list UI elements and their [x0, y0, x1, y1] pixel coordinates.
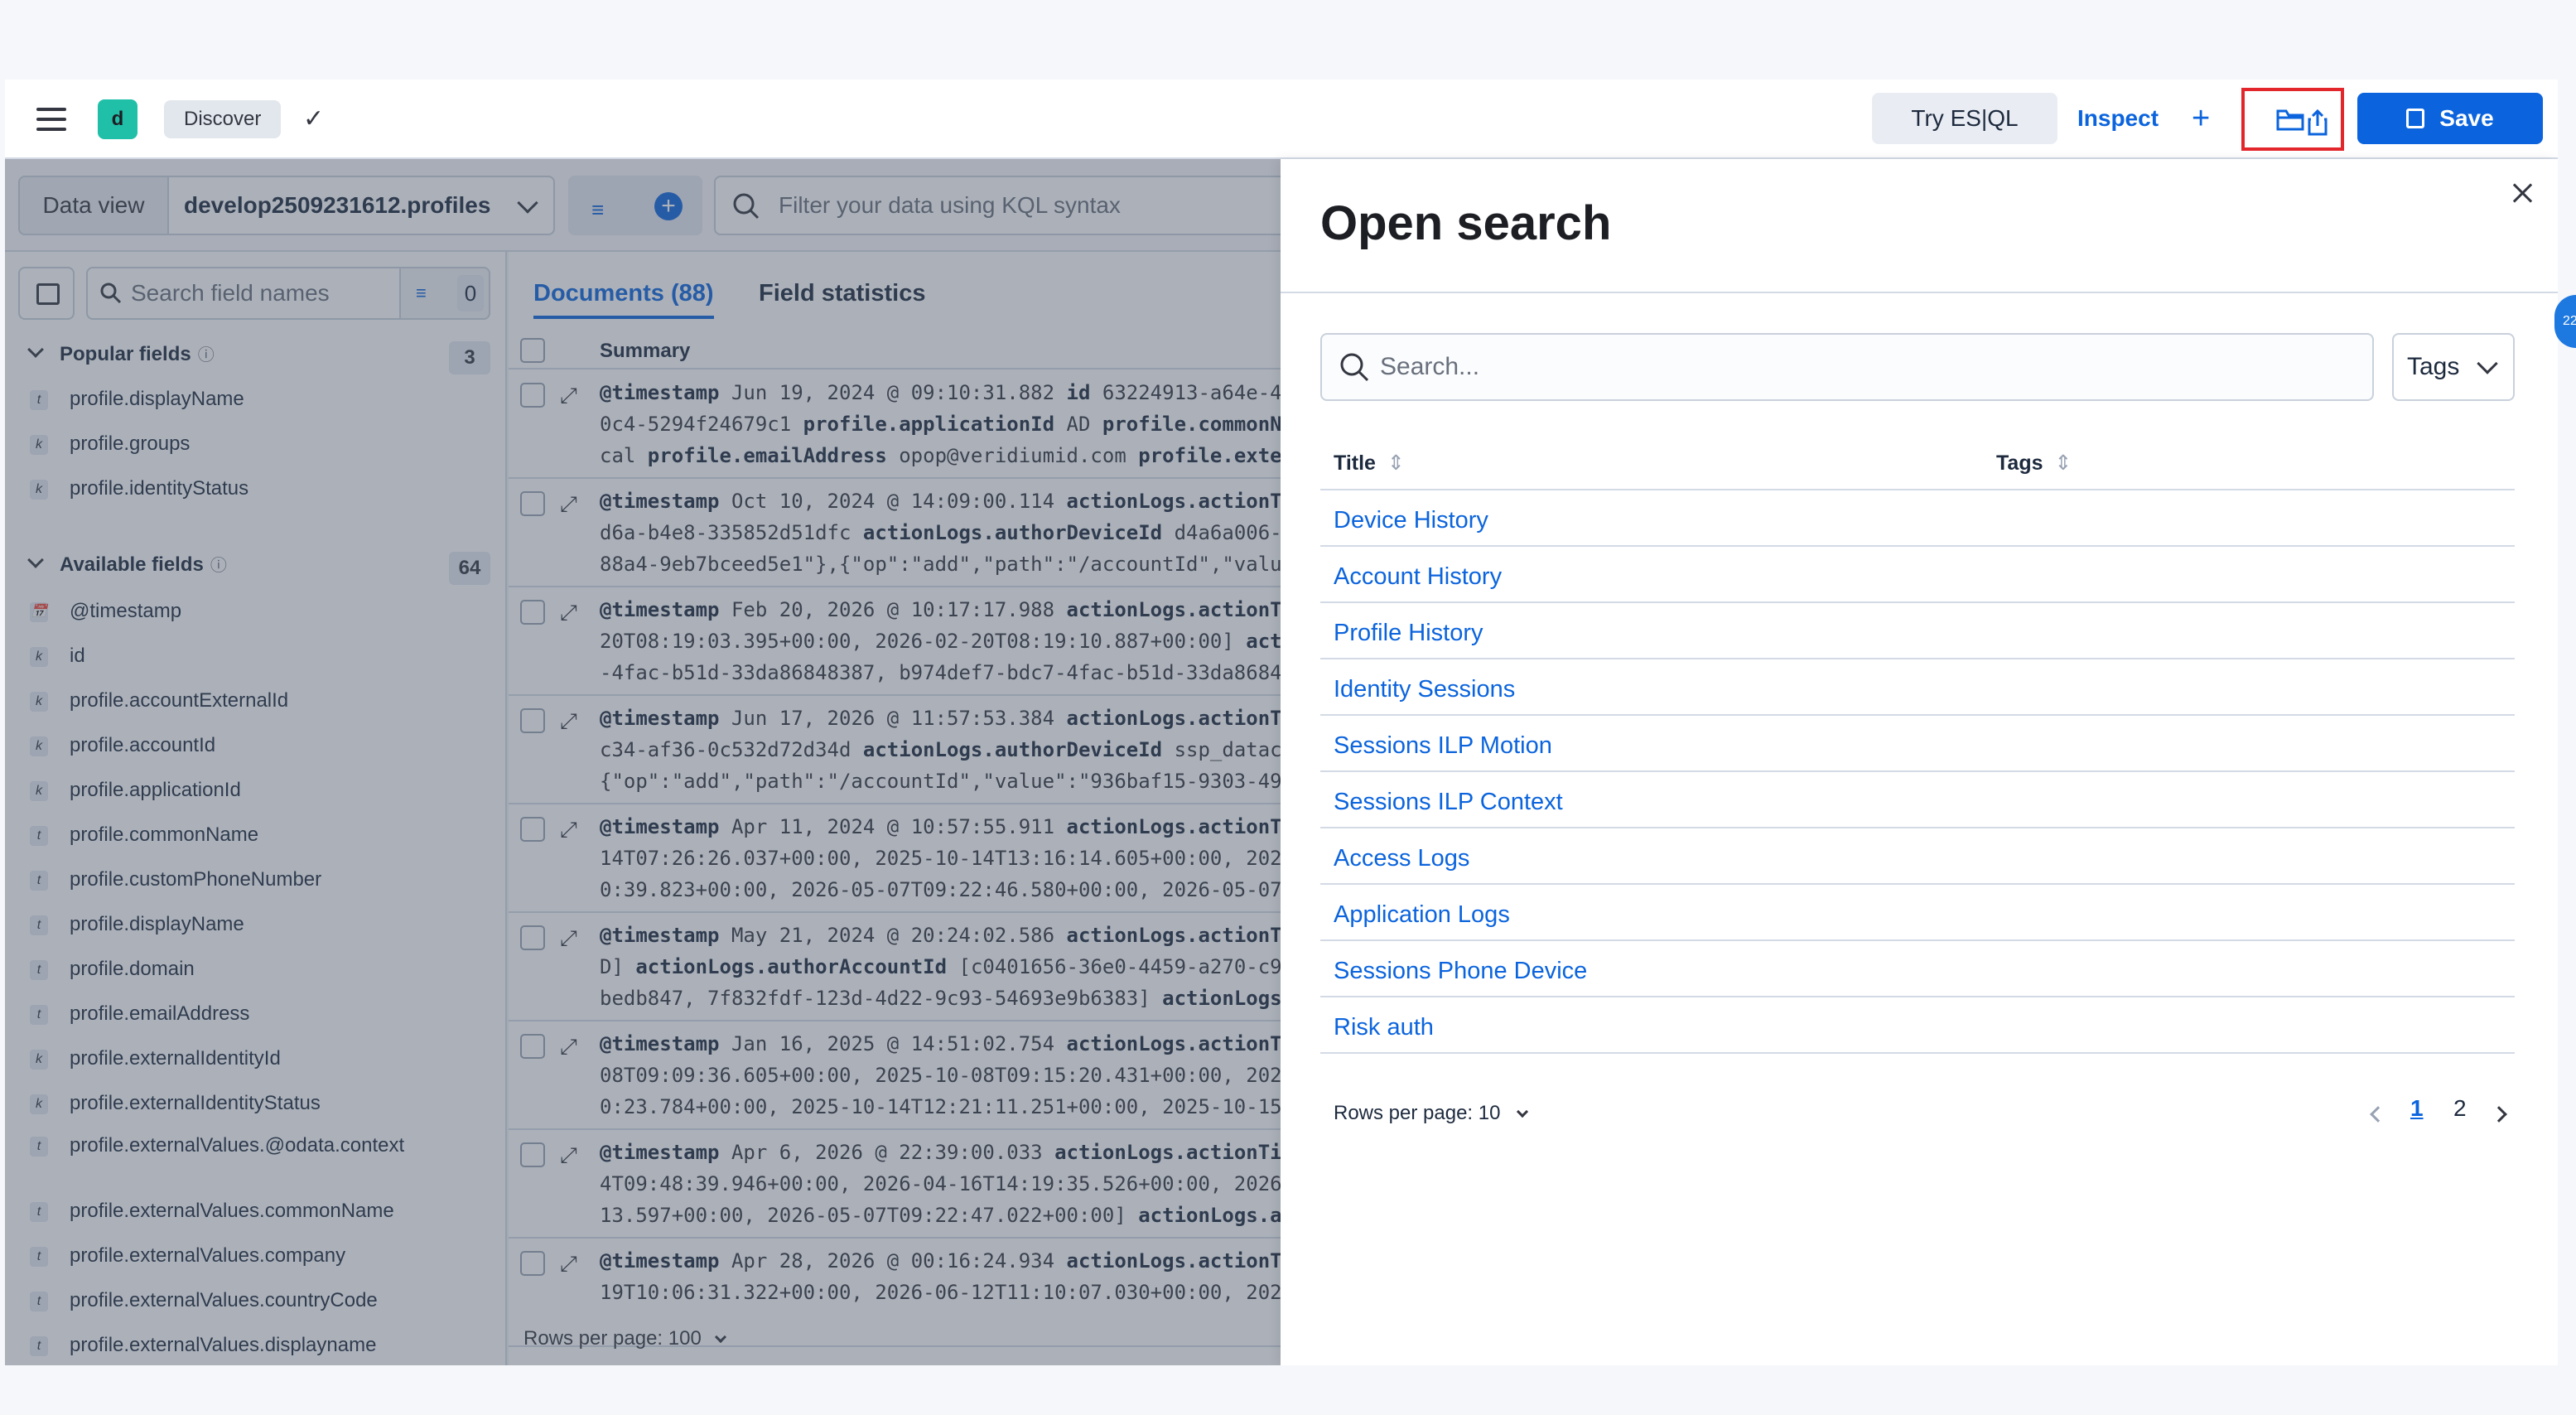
next-page-icon[interactable]: [2491, 1106, 2507, 1123]
flyout-title: Open search: [1320, 196, 1612, 250]
divider: [1281, 292, 2558, 293]
saved-search-link[interactable]: Application Logs: [1334, 901, 1510, 929]
breadcrumb-discover[interactable]: Discover: [164, 100, 282, 138]
save-icon: [2406, 109, 2425, 128]
table-row: Access Logs: [1320, 828, 2515, 885]
share-icon: [2308, 109, 2328, 136]
saved-search-link[interactable]: Profile History: [1334, 620, 1483, 647]
chevron-down-icon: [1517, 1105, 1529, 1118]
table-row: Application Logs: [1320, 885, 2515, 941]
tags-column-header[interactable]: Tags ⇕: [1996, 451, 2072, 476]
save-label: Save: [2439, 105, 2494, 131]
page-2-button[interactable]: 2: [2453, 1095, 2467, 1122]
open-search-flyout: Open search Search... Tags Title ⇕ Tags ⇕ …: [1281, 159, 2558, 1365]
saved-search-link[interactable]: Access Logs: [1334, 845, 1469, 872]
search-icon: [1340, 353, 1369, 382]
rows-per-page-button[interactable]: Rows per page: 10: [1334, 1102, 1529, 1125]
chevron-down-icon: [2477, 353, 2498, 374]
saved-search-link[interactable]: Sessions ILP Motion: [1334, 732, 1552, 760]
check-icon: ✓: [303, 105, 325, 133]
saved-search-link[interactable]: Sessions Phone Device: [1334, 958, 1587, 985]
saved-search-link[interactable]: Sessions ILP Context: [1334, 789, 1563, 816]
table-row: Identity Sessions: [1320, 659, 2515, 716]
tags-button-label: Tags: [2407, 353, 2460, 380]
prev-page-icon[interactable]: [2370, 1106, 2386, 1123]
new-search-button[interactable]: +: [2192, 93, 2210, 144]
top-header: d Discover ✓ Try ES|QL Inspect + Save: [5, 80, 2558, 159]
rows-per-page-label: Rows per page: 10: [1334, 1102, 1501, 1124]
open-search-button[interactable]: [2241, 88, 2344, 151]
saved-search-input[interactable]: Search...: [1320, 333, 2374, 401]
title-column-header[interactable]: Title ⇕: [1334, 451, 1405, 476]
space-avatar[interactable]: d: [98, 99, 137, 139]
menu-icon[interactable]: [36, 108, 66, 131]
table-row: Profile History: [1320, 603, 2515, 659]
saved-search-link[interactable]: Risk auth: [1334, 1014, 1434, 1041]
tags-filter-button[interactable]: Tags: [2392, 333, 2515, 401]
tags-header-label: Tags: [1996, 452, 2043, 475]
try-esql-button[interactable]: Try ES|QL: [1872, 93, 2057, 144]
table-row: Device History: [1320, 490, 2515, 547]
sort-icon: ⇕: [1387, 452, 1405, 475]
share-button[interactable]: [2308, 103, 2328, 154]
save-button[interactable]: Save: [2357, 93, 2543, 144]
folder-icon: [2276, 109, 2304, 131]
discover-app: d Discover ✓ Try ES|QL Inspect + Save Da…: [5, 80, 2558, 1365]
saved-search-link[interactable]: Account History: [1334, 563, 1502, 591]
table-row: Sessions Phone Device: [1320, 941, 2515, 997]
sort-icon: ⇕: [2054, 452, 2072, 475]
table-row: Risk auth: [1320, 997, 2515, 1054]
close-icon[interactable]: [2510, 181, 2535, 205]
saved-search-link[interactable]: Device History: [1334, 507, 1488, 534]
table-row: Sessions ILP Context: [1320, 772, 2515, 828]
table-row: Account History: [1320, 547, 2515, 603]
inspect-button[interactable]: Inspect: [2077, 93, 2159, 144]
title-header-label: Title: [1334, 452, 1376, 475]
modal-overlay[interactable]: [5, 159, 1281, 1365]
page-1-button[interactable]: 1: [2410, 1095, 2424, 1122]
table-row: Sessions ILP Motion: [1320, 716, 2515, 772]
saved-search-link[interactable]: Identity Sessions: [1334, 676, 1515, 703]
